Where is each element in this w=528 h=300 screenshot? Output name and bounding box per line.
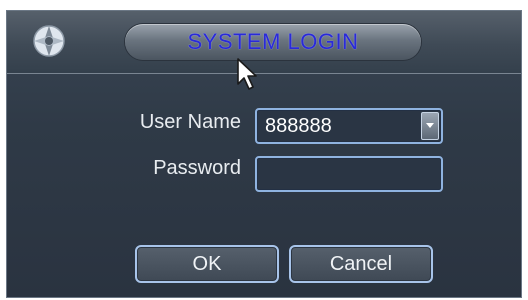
chevron-down-icon: [426, 123, 434, 128]
title-bar: SYSTEM LOGIN: [7, 11, 521, 74]
title-pill: SYSTEM LOGIN: [125, 24, 421, 60]
cancel-button[interactable]: Cancel: [289, 245, 433, 283]
username-dropdown-button[interactable]: [421, 112, 439, 140]
dialog-title: SYSTEM LOGIN: [187, 29, 359, 54]
login-dialog: SYSTEM LOGIN User Name 888888 Password O…: [6, 10, 522, 298]
username-field[interactable]: 888888: [255, 108, 443, 144]
mouse-pointer-icon: [235, 57, 261, 93]
dvr-logo-icon: [27, 21, 71, 61]
username-value[interactable]: 888888: [257, 115, 421, 138]
password-label: Password: [153, 157, 241, 179]
username-label: User Name: [139, 111, 241, 133]
password-field[interactable]: [255, 156, 443, 192]
ok-button[interactable]: OK: [135, 245, 279, 283]
screen: SYSTEM LOGIN User Name 888888 Password O…: [0, 0, 528, 300]
